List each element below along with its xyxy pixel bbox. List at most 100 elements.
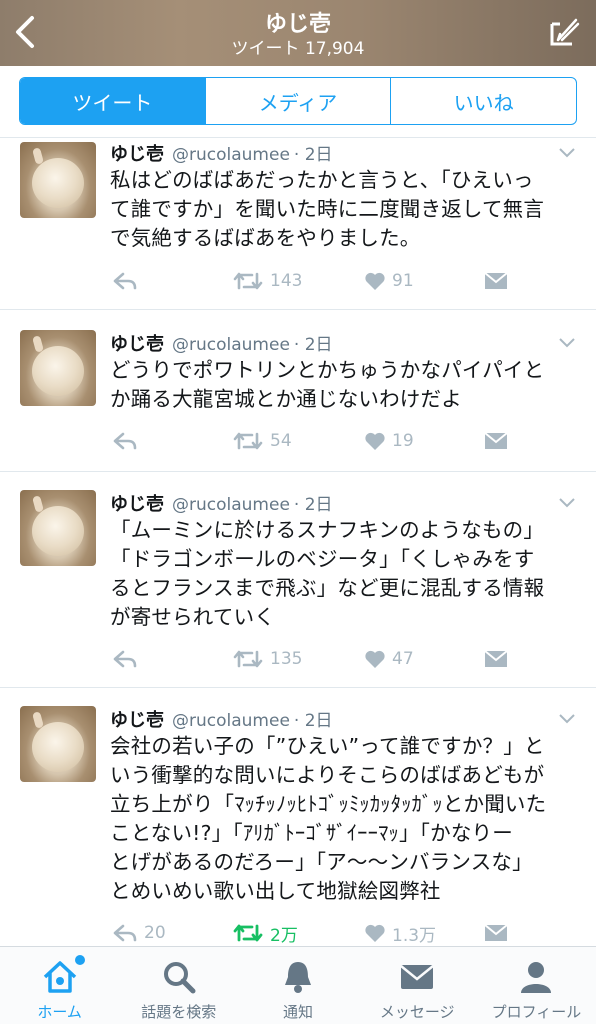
- tweet-handle: @rucolaumee: [172, 335, 290, 355]
- tab-notifications[interactable]: 通知: [238, 947, 357, 1024]
- profile-tabs-bar: ツイート メディア いいね: [0, 66, 596, 138]
- reply-button[interactable]: [112, 268, 138, 294]
- dm-share-button[interactable]: [484, 920, 508, 946]
- heart-icon: [365, 650, 385, 668]
- retweet-button[interactable]: 54: [232, 428, 292, 454]
- retweet-button[interactable]: 2万: [232, 920, 298, 946]
- tweet-count: ツイート 17,904: [231, 39, 365, 59]
- reply-count: 20: [144, 923, 166, 943]
- profile-icon: [521, 962, 552, 993]
- tweet-time: · 2日: [293, 711, 333, 731]
- tab-home[interactable]: ホーム: [0, 947, 119, 1024]
- tweet-header: ゆじ壱 @rucolaumee · 2日: [110, 330, 333, 356]
- tab-media[interactable]: メディア: [206, 78, 392, 124]
- like-button[interactable]: 1.3万: [364, 920, 436, 946]
- tweet-handle: @rucolaumee: [172, 145, 290, 165]
- tab-profile[interactable]: プロフィール: [477, 947, 596, 1024]
- profile-header: ゆじ壱 ツイート 17,904: [0, 0, 596, 66]
- tweet-time: · 2日: [293, 495, 333, 515]
- search-icon: [163, 962, 196, 994]
- tweet-text: 私はどのばばあだったかと言うと、「ひえいっ て誰ですか」を聞いた時に二度聞き返し…: [110, 168, 545, 250]
- like-count: 91: [392, 271, 414, 291]
- tweet-header: ゆじ壱 @rucolaumee · 2日: [110, 140, 333, 166]
- chevron-down-icon[interactable]: [558, 146, 576, 158]
- avatar[interactable]: [20, 706, 96, 782]
- tweet-time: · 2日: [293, 145, 333, 165]
- envelope-icon: [400, 965, 434, 989]
- tweet-text: 「ムーミンに於けるスナフキンのようなもの」 「ドラゴンボールのベジータ」「くしゃ…: [110, 518, 545, 629]
- tweet-time: · 2日: [293, 335, 333, 355]
- avatar[interactable]: [20, 330, 96, 406]
- envelope-icon: [484, 432, 508, 449]
- tweet-author-name[interactable]: ゆじ壱: [110, 494, 164, 515]
- tab-label: ホーム: [37, 1003, 82, 1021]
- retweet-icon: [233, 272, 263, 290]
- tweet-actions: 143 91: [110, 268, 580, 294]
- tweet-item[interactable]: ゆじ壱 @rucolaumee · 2日 どうりでポワトリンとかちゅうかなパイパイと…: [0, 310, 596, 472]
- retweet-count: 54: [270, 431, 292, 451]
- tab-label: 話題を検索: [141, 1003, 217, 1021]
- like-button[interactable]: 91: [364, 268, 414, 294]
- bell-icon: [285, 962, 311, 993]
- envelope-icon: [484, 272, 508, 289]
- tweet-actions: 54 19: [110, 428, 580, 454]
- dm-share-button[interactable]: [484, 646, 508, 672]
- new-tweets-dot: [75, 955, 86, 965]
- tweet-item[interactable]: ゆじ壱 @rucolaumee · 2日 会社の若い子の「”ひえい”って誰ですか？」…: [0, 688, 596, 946]
- retweet-count: 135: [270, 649, 303, 669]
- tweet-actions: 20 2万 1.3万: [110, 920, 580, 946]
- reply-button[interactable]: [112, 646, 138, 672]
- tweet-author-name[interactable]: ゆじ壱: [110, 334, 164, 355]
- tweet-author-name[interactable]: ゆじ壱: [110, 144, 164, 165]
- bottom-tab-bar: ホーム 話題を検索 通知 メッセージ プロフィール: [0, 946, 596, 1024]
- retweet-icon: [233, 924, 263, 942]
- tweet-header: ゆじ壱 @rucolaumee · 2日: [110, 706, 333, 732]
- tweet-text: どうりでポワトリンとかちゅうかなパイパイと か踊る大龍宮城とか通じないわけだよ: [110, 358, 545, 411]
- reply-button[interactable]: 20: [112, 920, 166, 946]
- tab-messages[interactable]: メッセージ: [358, 947, 477, 1024]
- reply-button[interactable]: [112, 428, 138, 454]
- segmented-control: ツイート メディア いいね: [19, 77, 577, 125]
- like-button[interactable]: 19: [364, 428, 414, 454]
- like-count: 19: [392, 431, 414, 451]
- chevron-down-icon[interactable]: [558, 336, 576, 348]
- heart-icon: [365, 924, 385, 942]
- retweet-count: 143: [270, 271, 303, 291]
- heart-icon: [365, 432, 385, 450]
- tweet-handle: @rucolaumee: [172, 711, 290, 731]
- avatar[interactable]: [20, 142, 96, 218]
- reply-icon: [113, 650, 137, 668]
- heart-icon: [365, 272, 385, 290]
- like-count: 47: [392, 649, 414, 669]
- tweet-feed[interactable]: ゆじ壱 @rucolaumee · 2日 私はどのばばあだったかと言うと、「ひえいっ…: [0, 138, 596, 946]
- chevron-down-icon[interactable]: [558, 496, 576, 508]
- like-count: 1.3万: [392, 925, 437, 946]
- tab-label: プロフィール: [491, 1003, 582, 1021]
- tweet-handle: @rucolaumee: [172, 495, 290, 515]
- retweet-button[interactable]: 135: [232, 646, 302, 672]
- chevron-down-icon[interactable]: [558, 712, 576, 724]
- tab-tweets[interactable]: ツイート: [20, 78, 206, 124]
- like-button[interactable]: 47: [364, 646, 414, 672]
- tab-label: メッセージ: [379, 1003, 455, 1021]
- reply-icon: [113, 432, 137, 450]
- compose-icon: [550, 18, 580, 46]
- tab-likes[interactable]: いいね: [391, 78, 576, 124]
- retweet-button[interactable]: 143: [232, 268, 302, 294]
- tweet-text: 会社の若い子の「”ひえい”って誰ですか？」と いう衝撃的な問いによりそこらのばば…: [110, 734, 547, 903]
- envelope-icon: [484, 650, 508, 667]
- reply-icon: [113, 272, 137, 290]
- dm-share-button[interactable]: [484, 268, 508, 294]
- tweet-actions: 135 47: [110, 646, 580, 672]
- avatar[interactable]: [20, 490, 96, 566]
- tweet-header: ゆじ壱 @rucolaumee · 2日: [110, 490, 333, 516]
- retweet-count: 2万: [270, 925, 298, 946]
- tweet-author-name[interactable]: ゆじ壱: [110, 710, 164, 731]
- tweet-item[interactable]: ゆじ壱 @rucolaumee · 2日 「ムーミンに於けるスナフキンのようなもの」…: [0, 472, 596, 688]
- tab-search[interactable]: 話題を検索: [119, 947, 238, 1024]
- compose-button[interactable]: [546, 14, 582, 50]
- dm-share-button[interactable]: [484, 428, 508, 454]
- tweet-item[interactable]: ゆじ壱 @rucolaumee · 2日 私はどのばばあだったかと言うと、「ひえいっ…: [0, 138, 596, 310]
- retweet-icon: [233, 650, 263, 668]
- envelope-icon: [484, 924, 508, 941]
